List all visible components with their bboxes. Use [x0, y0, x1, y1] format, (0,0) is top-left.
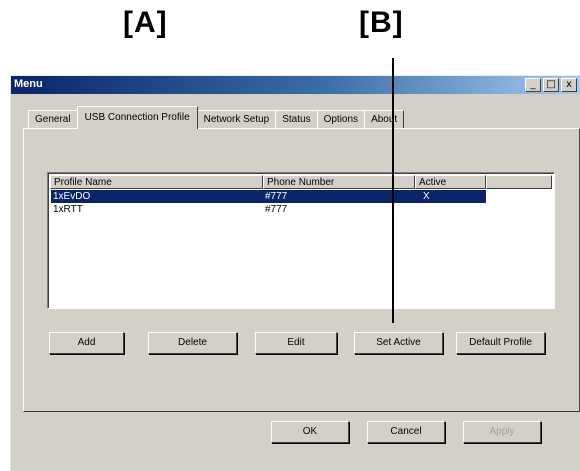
set-active-button[interactable]: Set Active — [354, 332, 443, 354]
tab-strip: General USB Connection Profile Network S… — [28, 106, 405, 129]
cell-profile-name: 1xEvDO — [53, 191, 91, 202]
title-bar[interactable]: Menu _ □ x — [11, 76, 580, 94]
tab-usb-connection-profile[interactable]: USB Connection Profile — [76, 106, 198, 129]
table-row[interactable]: 1xRTT #777 — [51, 203, 486, 216]
menu-window: Menu _ □ x General USB Connection Profil… — [10, 75, 580, 471]
cell-active — [415, 203, 486, 216]
list-header: Profile Name Phone Number Active — [50, 175, 552, 189]
cell-active: X — [423, 191, 430, 202]
callout-pointer-line — [392, 58, 394, 323]
minimize-icon[interactable]: _ — [525, 78, 541, 92]
tab-general[interactable]: General — [28, 110, 78, 129]
close-icon[interactable]: x — [561, 78, 577, 92]
column-header-profile-name[interactable]: Profile Name — [50, 175, 263, 189]
window-title: Menu — [14, 78, 43, 90]
default-profile-button[interactable]: Default Profile — [456, 332, 545, 354]
profile-list[interactable]: Profile Name Phone Number Active 1xEvDO … — [47, 172, 555, 309]
window-controls: _ □ x — [525, 78, 577, 92]
tab-status[interactable]: Status — [275, 110, 318, 129]
add-button[interactable]: Add — [49, 332, 124, 354]
tab-options[interactable]: Options — [316, 110, 366, 129]
cancel-button[interactable]: Cancel — [367, 421, 445, 443]
column-header-active[interactable]: Active — [415, 175, 486, 189]
delete-button[interactable]: Delete — [148, 332, 237, 354]
table-row[interactable]: 1xEvDO #777 X — [51, 190, 486, 203]
callout-label-a: [A] — [123, 6, 168, 39]
ok-button[interactable]: OK — [271, 421, 349, 443]
tab-network-setup[interactable]: Network Setup — [196, 110, 277, 129]
column-header-filler — [486, 175, 552, 189]
edit-button[interactable]: Edit — [255, 332, 337, 354]
tab-about[interactable]: About — [364, 110, 405, 129]
apply-button[interactable]: Apply — [463, 421, 541, 443]
cell-profile-name: 1xRTT — [53, 204, 83, 215]
callout-label-b: [B] — [359, 6, 404, 39]
maximize-icon[interactable]: □ — [543, 78, 559, 92]
